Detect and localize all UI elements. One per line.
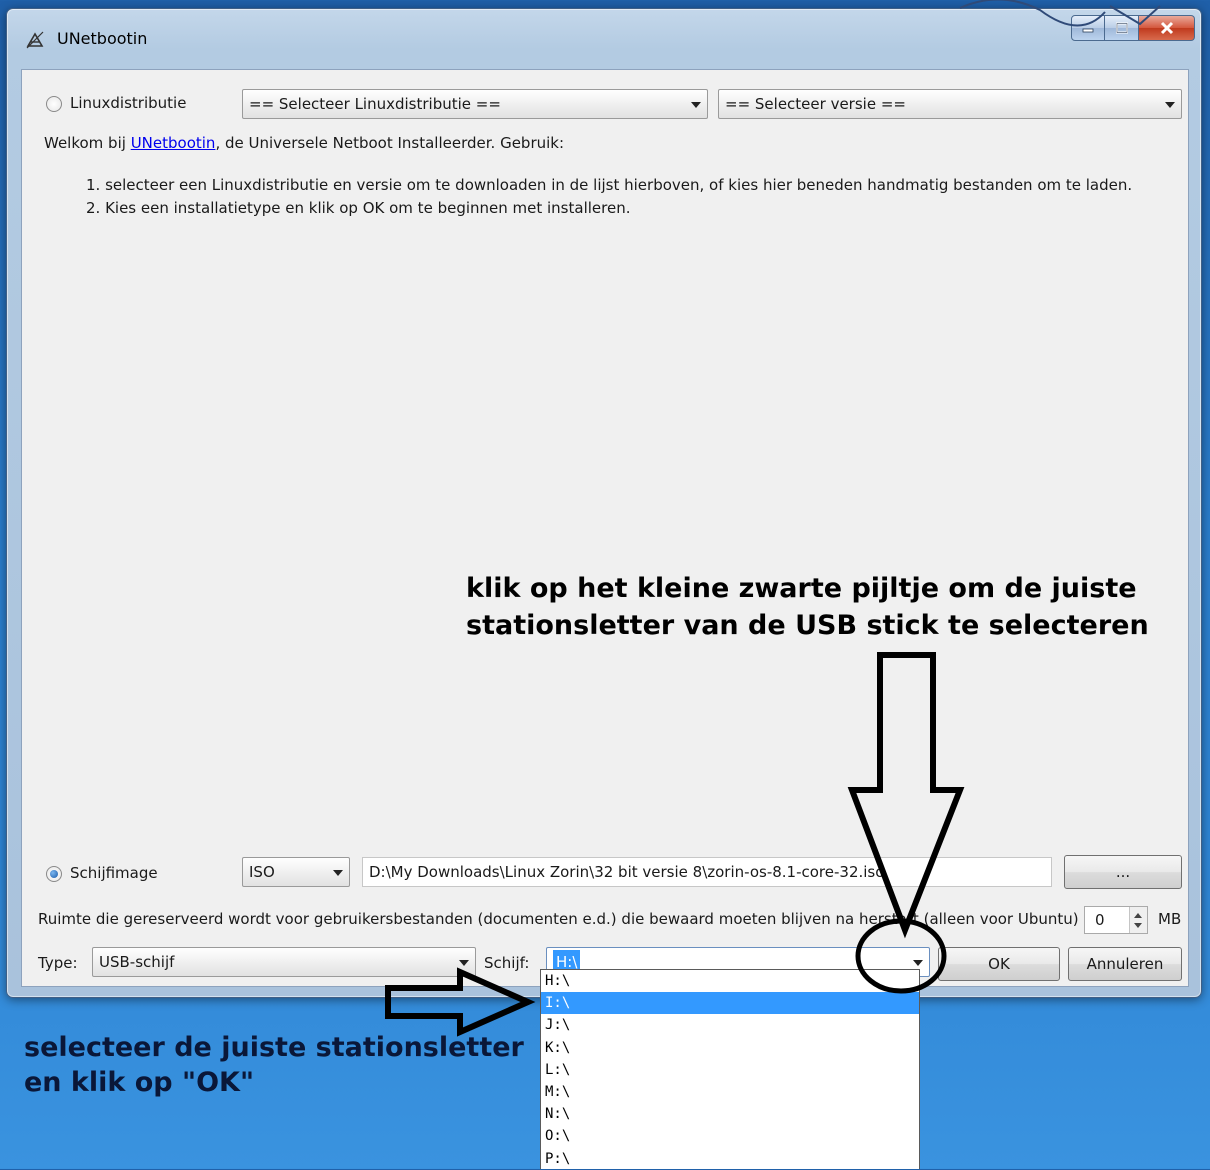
- install-type-select[interactable]: USB-schijf: [92, 947, 476, 977]
- install-type-value: USB-schijf: [99, 953, 175, 971]
- distribution-select[interactable]: == Selecteer Linuxdistributie ==: [242, 89, 708, 119]
- image-format-value: ISO: [249, 863, 275, 881]
- chevron-up-icon[interactable]: [1134, 913, 1142, 918]
- image-path-input[interactable]: D:\My Downloads\Linux Zorin\32 bit versi…: [362, 857, 1052, 887]
- ok-button[interactable]: OK: [938, 947, 1060, 981]
- app-window: UNetbootin Linuxdistributie == Selecteer…: [6, 8, 1202, 998]
- drive-option[interactable]: H:\: [541, 970, 919, 992]
- spin-buttons[interactable]: [1129, 907, 1147, 933]
- reserved-space-spinbox[interactable]: 0: [1084, 906, 1148, 934]
- schijfimage-label: Schijfimage: [70, 864, 158, 882]
- image-format-select[interactable]: ISO: [242, 857, 350, 887]
- reserved-space-unit: MB: [1158, 910, 1182, 928]
- window-title: UNetbootin: [57, 29, 148, 48]
- drive-option[interactable]: M:\: [541, 1081, 919, 1103]
- drive-dropdown-list: H:\ I:\ J:\ K:\ L:\ M:\ N:\ O:\ P:\: [540, 969, 920, 1169]
- annotation-top-line: stationsletter van de USB stick te selec…: [466, 610, 1149, 641]
- minimize-button[interactable]: [1071, 15, 1105, 41]
- maximize-icon: [1115, 22, 1128, 34]
- linuxdistributie-label: Linuxdistributie: [70, 94, 187, 112]
- minimize-icon: [1082, 28, 1094, 33]
- drive-label: Schijf:: [484, 954, 530, 972]
- annotation-top-line: klik op het kleine zwarte pijltje om de …: [466, 573, 1137, 604]
- close-icon: [1160, 21, 1173, 35]
- chevron-down-icon[interactable]: [333, 870, 343, 876]
- version-select[interactable]: == Selecteer versie ==: [718, 89, 1182, 119]
- title-bar[interactable]: UNetbootin: [7, 9, 1201, 69]
- drive-option[interactable]: J:\: [541, 1014, 919, 1036]
- instruction-step: 2. Kies een installatietype en klik op O…: [86, 199, 631, 217]
- drive-option[interactable]: N:\: [541, 1103, 919, 1125]
- instruction-step: 1. selecteer een Linuxdistributie en ver…: [86, 176, 1133, 194]
- unetbootin-app-icon: [26, 31, 44, 49]
- reserved-space-value: 0: [1095, 911, 1105, 929]
- distribution-select-value: == Selecteer Linuxdistributie ==: [249, 95, 501, 113]
- drive-option[interactable]: P:\: [541, 1148, 919, 1170]
- welcome-text: Welkom bij UNetbootin, de Universele Net…: [44, 134, 564, 152]
- annotation-bottom-line: en klik op "OK": [24, 1067, 255, 1098]
- maximize-button[interactable]: [1105, 15, 1139, 41]
- welcome-prefix: Welkom bij: [44, 134, 131, 152]
- chevron-down-icon[interactable]: [1134, 923, 1142, 928]
- drive-option[interactable]: O:\: [541, 1125, 919, 1147]
- annotation-top: klik op het kleine zwarte pijltje om de …: [466, 570, 1149, 644]
- reserved-space-label: Ruimte die gereserveerd wordt voor gebru…: [38, 910, 1079, 928]
- unetbootin-link[interactable]: UNetbootin: [131, 134, 216, 152]
- chevron-down-icon[interactable]: [459, 960, 469, 966]
- chevron-down-icon[interactable]: [913, 960, 923, 966]
- drive-option[interactable]: L:\: [541, 1059, 919, 1081]
- close-button[interactable]: [1139, 15, 1195, 41]
- annotation-bottom: selecteer de juiste stationsletter en kl…: [24, 1030, 524, 1100]
- schijfimage-radio[interactable]: [46, 866, 62, 882]
- type-label: Type:: [38, 954, 78, 972]
- linuxdistributie-radio[interactable]: [46, 96, 62, 112]
- main-panel: Linuxdistributie == Selecteer Linuxdistr…: [21, 69, 1189, 987]
- drive-option-selected[interactable]: I:\: [541, 992, 919, 1015]
- annotation-bottom-line: selecteer de juiste stationsletter: [24, 1032, 524, 1063]
- instruction-list: 1. selecteer een Linuxdistributie en ver…: [86, 174, 1132, 220]
- browse-button[interactable]: ...: [1064, 855, 1182, 889]
- chevron-down-icon[interactable]: [1165, 102, 1175, 108]
- chevron-down-icon[interactable]: [691, 102, 701, 108]
- version-select-value: == Selecteer versie ==: [725, 95, 906, 113]
- welcome-suffix: , de Universele Netboot Installeerder. G…: [215, 134, 565, 152]
- cancel-button[interactable]: Annuleren: [1068, 947, 1182, 981]
- window-controls: [1071, 15, 1195, 41]
- drive-option[interactable]: K:\: [541, 1037, 919, 1059]
